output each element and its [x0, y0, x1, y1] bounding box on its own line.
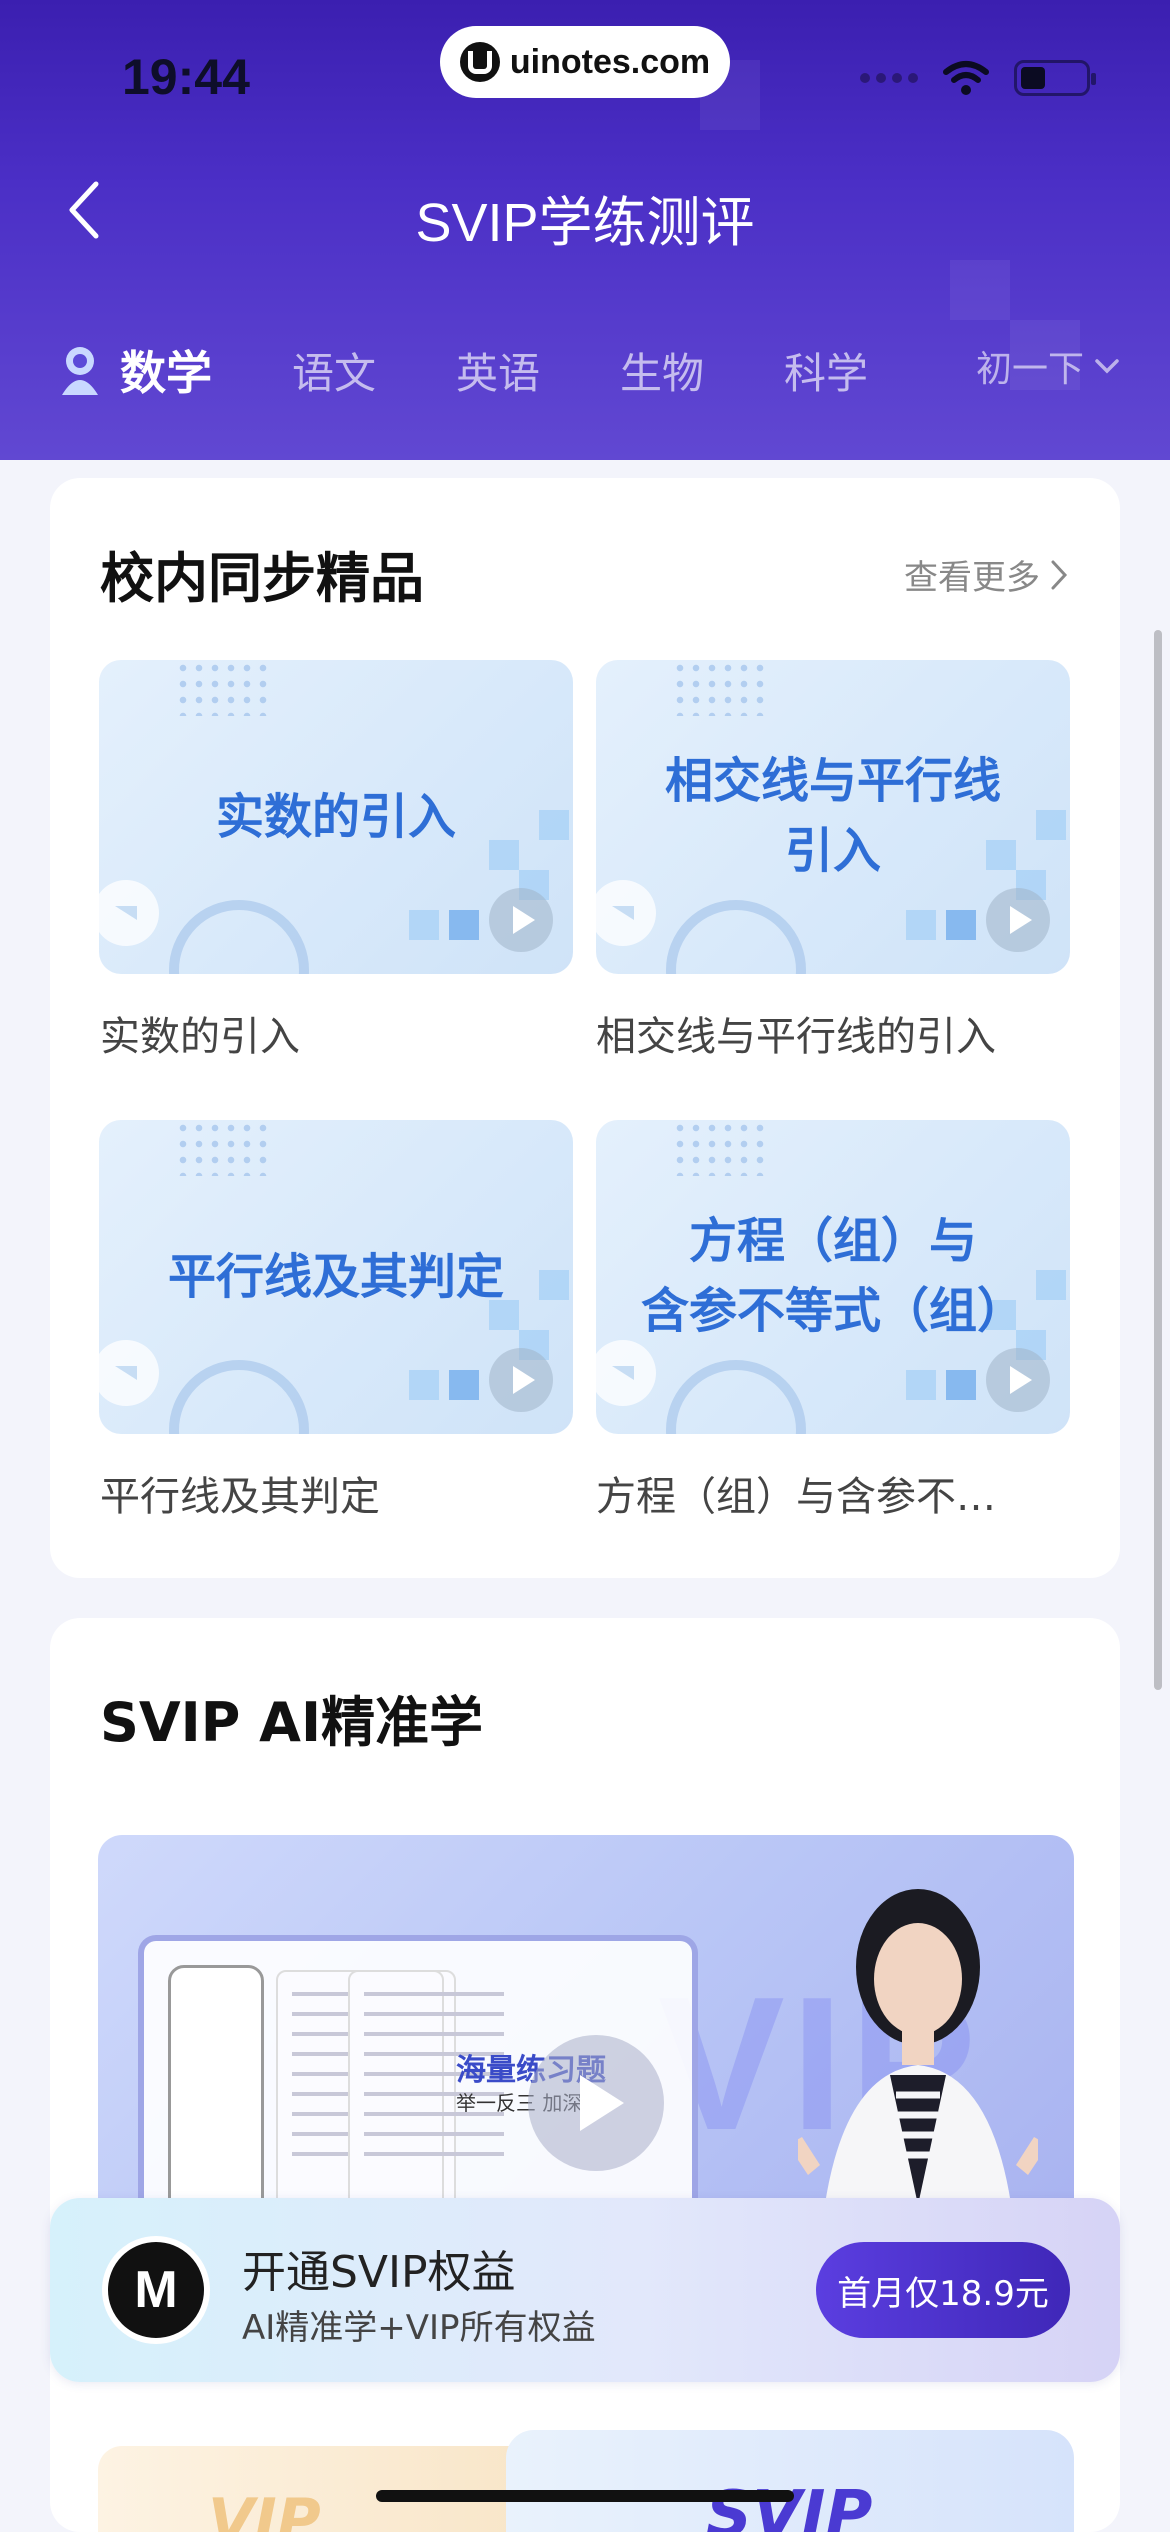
tab-science[interactable]: 科学	[784, 340, 868, 401]
tab-biology[interactable]: 生物	[620, 340, 704, 401]
play-icon	[489, 888, 553, 952]
tab-label: 英语	[456, 348, 541, 398]
lesson-thumbnail[interactable]: 实数的引入	[99, 660, 573, 974]
home-indicator[interactable]	[376, 2490, 794, 2502]
svip-banner[interactable]: M 开通SVIP权益 AI精准学+VIP所有权益 首月仅18.9元	[50, 2198, 1120, 2382]
vip-label: VIP	[208, 2486, 321, 2532]
section-title: 校内同步精品	[100, 547, 424, 610]
app-logo-icon: M	[102, 2236, 210, 2344]
uinotes-logo-icon	[459, 42, 500, 82]
view-more-label: 查看更多	[904, 558, 1040, 598]
thumb-title: 相交线与平行线	[664, 753, 1001, 809]
vip-promo-card[interactable]: VIP	[98, 2446, 558, 2532]
play-icon	[986, 1348, 1050, 1412]
decoration-icon	[99, 1340, 159, 1406]
thumb-title: 实数的引入	[215, 789, 456, 845]
battery-icon	[1014, 60, 1096, 96]
decoration-icon	[596, 880, 656, 946]
svip-label: SVIP	[706, 2478, 873, 2532]
scrollbar[interactable]	[1154, 630, 1162, 1690]
play-video-icon[interactable]	[528, 2035, 664, 2171]
grade-label: 初一下	[975, 349, 1084, 390]
tab-label: 数学	[120, 346, 212, 400]
play-icon	[986, 888, 1050, 952]
tab-label: 生物	[620, 348, 705, 398]
play-icon	[489, 1348, 553, 1412]
lesson-name[interactable]: 相交线与平行线的引入	[596, 1004, 1070, 1062]
header: 19:44 uinotes.com SVIP学练测评 数学 语文 英语 生物 科…	[0, 0, 1170, 460]
tab-label: 语文	[292, 348, 377, 398]
header-decoration	[950, 260, 1010, 320]
svip-title: 开通SVIP权益	[242, 2247, 516, 2298]
status-time: 19:44	[122, 49, 250, 105]
url-text: uinotes.com	[509, 42, 711, 81]
svip-promo-card[interactable]: SVIP	[506, 2430, 1074, 2532]
url-pill[interactable]: uinotes.com	[440, 26, 730, 98]
subscribe-button[interactable]: 首月仅18.9元	[816, 2242, 1070, 2338]
decoration-icon	[99, 880, 159, 946]
lesson-thumbnail[interactable]: 方程（组）与 含参不等式（组）	[596, 1120, 1070, 1434]
tab-english[interactable]: 英语	[456, 340, 540, 401]
sync-section-card: 校内同步精品 查看更多 实数的引入 实数的引入 相交线与平行线 引入 相交线与平…	[50, 478, 1120, 1578]
chevron-right-icon	[1051, 560, 1068, 589]
lesson-thumbnail[interactable]: 平行线及其判定	[99, 1120, 573, 1434]
signal-icon	[860, 73, 918, 83]
student-icon	[62, 347, 98, 395]
lesson-name[interactable]: 平行线及其判定	[100, 1464, 574, 1522]
page-title: SVIP学练测评	[415, 193, 755, 253]
lesson-name[interactable]: 实数的引入	[100, 1004, 574, 1062]
tab-math[interactable]: 数学	[56, 337, 212, 403]
view-more-link[interactable]: 查看更多	[904, 550, 1068, 599]
tab-label: 科学	[784, 348, 869, 398]
thumb-title: 方程（组）与	[688, 1213, 977, 1269]
thumb-title: 平行线及其判定	[167, 1249, 504, 1305]
tab-chinese[interactable]: 语文	[292, 340, 376, 401]
lesson-name[interactable]: 方程（组）与含参不…	[596, 1464, 1070, 1522]
thumb-title: 含参不等式（组）	[640, 1283, 1025, 1339]
wifi-icon	[943, 61, 989, 95]
grade-selector[interactable]: 初一下	[976, 340, 1120, 392]
chevron-down-icon	[1095, 359, 1119, 374]
thumb-title: 引入	[784, 823, 881, 879]
status-icons	[860, 60, 1096, 96]
section-title: SVIP AI精准学	[100, 1691, 484, 1754]
decoration-icon	[596, 1340, 656, 1406]
subject-tabs: 数学 语文 英语 生物 科学	[56, 330, 1126, 410]
lesson-thumbnail[interactable]: 相交线与平行线 引入	[596, 660, 1070, 974]
svip-subtitle: AI精准学+VIP所有权益	[242, 2308, 596, 2348]
